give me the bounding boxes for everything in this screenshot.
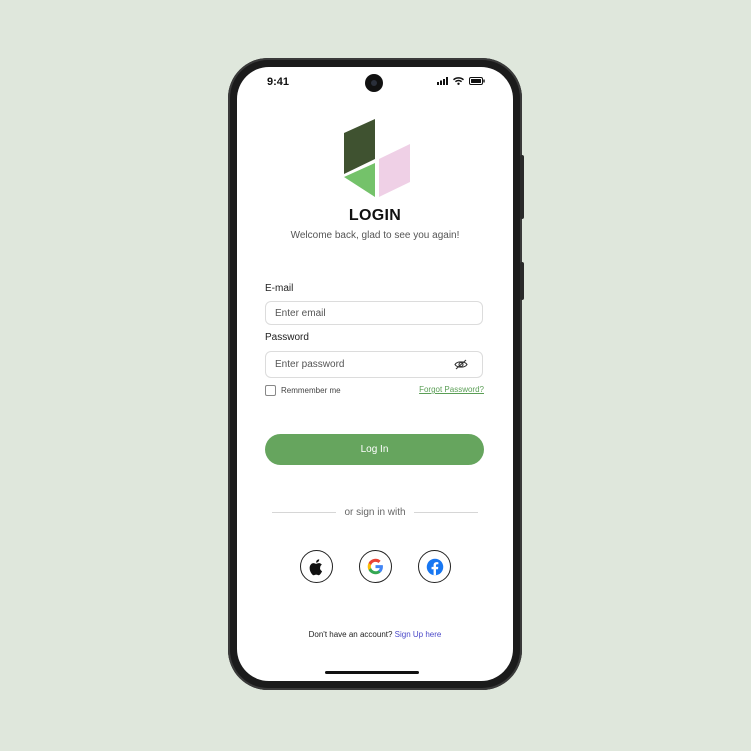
apple-sign-in-button[interactable] (300, 550, 333, 583)
google-icon (367, 558, 383, 575)
app-logo (344, 119, 410, 197)
front-camera (365, 74, 383, 92)
page-title: LOGIN (348, 207, 402, 224)
email-field[interactable]: Enter email (265, 301, 483, 325)
facebook-icon (426, 558, 443, 575)
signup-link[interactable]: Sign Up here (395, 630, 442, 639)
email-placeholder: Enter email (275, 307, 326, 319)
login-button[interactable]: Log In (265, 434, 484, 465)
status-icons (437, 77, 485, 85)
google-sign-in-button[interactable] (359, 550, 392, 583)
forgot-password-link[interactable]: Forgot Password? (419, 385, 484, 394)
home-indicator[interactable] (325, 671, 419, 674)
signup-text: Don't have an account? (308, 630, 395, 639)
status-time: 9:41 (267, 76, 290, 88)
remember-me[interactable]: Remmember me (265, 385, 341, 396)
eye-off-icon[interactable] (454, 359, 468, 370)
page-subtitle: Welcome back, glad to see you again! (290, 230, 460, 241)
divider-line (272, 512, 337, 513)
sign-in-divider: or sign in with (272, 507, 479, 518)
wifi-icon (453, 77, 464, 85)
apple-icon (309, 558, 322, 575)
divider-text: or sign in with (344, 507, 406, 518)
battery-icon (469, 77, 485, 85)
remember-checkbox[interactable] (265, 385, 276, 396)
remember-label: Remmember me (281, 386, 341, 395)
volume-button (520, 155, 524, 219)
email-label: E-mail (265, 283, 294, 294)
password-placeholder: Enter password (275, 359, 345, 370)
divider-line (413, 512, 479, 513)
power-button (520, 262, 524, 300)
phone-screen: 9:41 LOGIN Welcome back, glad to see you… (237, 67, 513, 681)
password-field[interactable]: Enter password (265, 351, 483, 378)
password-label: Password (265, 332, 309, 343)
facebook-sign-in-button[interactable] (418, 550, 451, 583)
signup-prompt: Don't have an account? Sign Up here (237, 630, 513, 639)
signal-icon (437, 77, 448, 85)
